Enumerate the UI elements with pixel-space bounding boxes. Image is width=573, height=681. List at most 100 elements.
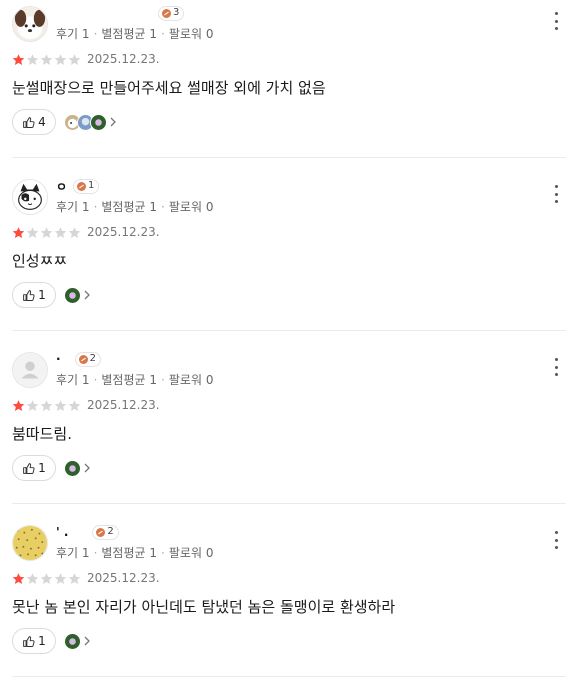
likers-list[interactable]: [64, 459, 91, 477]
review-item: ' . 2 후기 1 · 별점평균 1 · 팔로워 0 2025.12.23. 못난 놈…: [12, 524, 566, 681]
liker-avatar-icon: [64, 459, 81, 477]
star-empty-icon: [68, 226, 81, 238]
star-empty-icon: [68, 572, 81, 584]
star-empty-icon: [26, 399, 39, 411]
more-options-button[interactable]: [550, 185, 562, 203]
star-empty-icon: [40, 399, 53, 411]
like-count: 1: [38, 461, 46, 475]
review-text: 붐따드림.: [12, 425, 72, 443]
rating: 2025.12.23.: [12, 398, 160, 412]
level-badge: 2: [92, 524, 119, 540]
more-options-button[interactable]: [550, 12, 562, 30]
star-empty-icon: [54, 226, 67, 238]
star-empty-icon: [54, 572, 67, 584]
level-badge: 2: [74, 351, 101, 367]
divider: [12, 157, 566, 158]
star-filled-icon: [12, 572, 25, 584]
rating: 2025.12.23.: [12, 571, 160, 585]
pattern-avatar-icon[interactable]: [12, 525, 48, 561]
more-options-button[interactable]: [550, 531, 562, 549]
star-empty-icon: [68, 53, 81, 65]
followers-label: 팔로워: [168, 546, 202, 560]
followers-count: 0: [205, 200, 214, 214]
review-date: 2025.12.23.: [87, 225, 160, 239]
star-empty-icon: [68, 399, 81, 411]
average-label: 별점평균: [101, 373, 146, 387]
username[interactable]: ' .: [56, 525, 68, 539]
level-icon: [162, 8, 171, 18]
followers-label: 팔로워: [168, 373, 202, 387]
thumbs-up-icon: [23, 635, 35, 647]
review-item: ㅇ 1 후기 1 · 별점평균 1 · 팔로워 0 2025.12.23. 인성ㅉㅉ 1: [12, 178, 566, 335]
chevron-right-icon[interactable]: [83, 636, 91, 646]
review-text: 인성ㅉㅉ: [12, 252, 68, 270]
followers-count: 0: [205, 546, 214, 560]
review-date: 2025.12.23.: [87, 571, 160, 585]
divider: [12, 330, 566, 331]
username[interactable]: ·: [56, 352, 61, 366]
star-empty-icon: [54, 399, 67, 411]
likers-list[interactable]: [64, 286, 91, 304]
like-button[interactable]: 1: [12, 628, 56, 654]
more-options-button[interactable]: [550, 358, 562, 376]
like-button[interactable]: 1: [12, 455, 56, 481]
star-rating: [12, 53, 81, 66]
level-badge: 3: [158, 5, 185, 21]
average-value: 1: [149, 200, 158, 214]
star-rating: [12, 399, 81, 412]
average-label: 별점평균: [101, 200, 146, 214]
thumbs-up-icon: [23, 116, 35, 128]
liker-avatar-icon: [90, 113, 107, 131]
chevron-right-icon[interactable]: [109, 117, 117, 127]
review-item: · 2 후기 1 · 별점평균 1 · 팔로워 0 2025.12.23. 붐따드림. …: [12, 351, 566, 508]
star-empty-icon: [40, 226, 53, 238]
like-button[interactable]: 4: [12, 109, 56, 135]
reviews-count: 1: [81, 200, 90, 214]
star-rating: [12, 572, 81, 585]
chevron-right-icon[interactable]: [83, 463, 91, 473]
liker-avatar-icon: [64, 632, 81, 650]
review-item: 3 후기 1 · 별점평균 1 · 팔로워 0 2025.12.23. 눈썰매장으로 만…: [12, 5, 566, 162]
reviews-count: 1: [81, 546, 90, 560]
average-label: 별점평균: [101, 27, 146, 41]
star-empty-icon: [26, 572, 39, 584]
likers-list[interactable]: [64, 113, 117, 131]
level-icon: [77, 181, 87, 191]
likers-list[interactable]: [64, 632, 91, 650]
level-value: 1: [88, 180, 95, 191]
like-count: 1: [38, 634, 46, 648]
like-button[interactable]: 1: [12, 282, 56, 308]
reviews-label: 후기: [56, 373, 79, 387]
username[interactable]: ㅇ: [56, 178, 67, 195]
like-count: 4: [38, 115, 46, 129]
dog-avatar-icon[interactable]: [12, 6, 48, 42]
cat-avatar-icon[interactable]: [12, 179, 48, 215]
rating: 2025.12.23.: [12, 52, 160, 66]
review-text: 눈썰매장으로 만들어주세요 썰매장 외에 가치 없음: [12, 79, 326, 97]
reviews-label: 후기: [56, 200, 79, 214]
rating: 2025.12.23.: [12, 225, 160, 239]
user-stats: 후기 1 · 별점평균 1 · 팔로워 0: [56, 546, 214, 560]
followers-count: 0: [205, 373, 214, 387]
level-value: 2: [89, 353, 96, 364]
followers-count: 0: [205, 27, 214, 41]
review-text: 못난 놈 본인 자리가 아닌데도 탐냈던 놈은 돌맹이로 환생하라: [12, 598, 396, 616]
star-filled-icon: [12, 53, 25, 65]
star-empty-icon: [26, 226, 39, 238]
user-stats: 후기 1 · 별점평균 1 · 팔로워 0: [56, 373, 214, 387]
level-value: 2: [107, 526, 114, 537]
star-empty-icon: [40, 572, 53, 584]
liker-avatar-icon: [64, 286, 81, 304]
star-rating: [12, 226, 81, 239]
level-badge: 1: [73, 178, 100, 194]
review-date: 2025.12.23.: [87, 398, 160, 412]
chevron-right-icon[interactable]: [83, 290, 91, 300]
review-date: 2025.12.23.: [87, 52, 160, 66]
star-empty-icon: [40, 53, 53, 65]
level-value: 3: [173, 7, 180, 18]
default-avatar-icon[interactable]: [12, 352, 48, 388]
average-value: 1: [149, 373, 158, 387]
level-icon: [78, 354, 88, 364]
average-value: 1: [149, 546, 158, 560]
star-filled-icon: [12, 226, 25, 238]
